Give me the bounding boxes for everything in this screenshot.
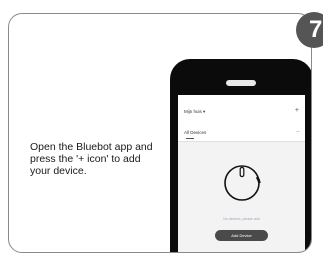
tab-underline bbox=[186, 138, 194, 139]
tab-all-devices[interactable]: All Devices bbox=[184, 130, 206, 135]
empty-state-text: No devices, please add bbox=[223, 217, 260, 221]
add-device-button[interactable]: Add Device bbox=[215, 230, 268, 241]
robot-vacuum-icon bbox=[224, 165, 261, 201]
devices-bar: All Devices ··· bbox=[178, 127, 305, 142]
phone-speaker bbox=[226, 80, 256, 86]
app-header: Mijn huis ▾ + bbox=[178, 95, 305, 127]
instruction-card: Open the Bluebot app and press the '+ ic… bbox=[8, 13, 312, 253]
more-icon[interactable]: ··· bbox=[296, 129, 300, 135]
add-icon[interactable]: + bbox=[295, 107, 299, 114]
instruction-text: Open the Bluebot app and press the '+ ic… bbox=[30, 141, 153, 177]
phone-screen: Mijn huis ▾ + All Devices ··· No devices… bbox=[178, 95, 305, 252]
home-title: Mijn huis ▾ bbox=[184, 109, 206, 114]
phone-illustration: Mijn huis ▾ + All Devices ··· No devices… bbox=[170, 59, 311, 252]
